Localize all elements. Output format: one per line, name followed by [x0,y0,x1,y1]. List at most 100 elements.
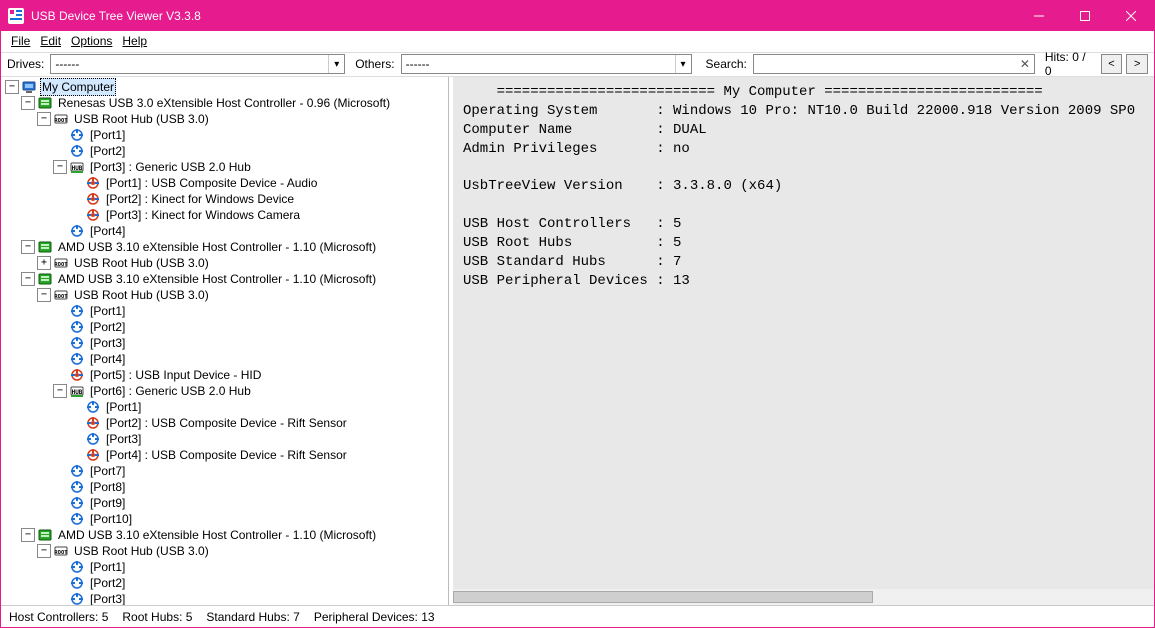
usb-port-icon [69,511,85,527]
host-controller-icon [37,271,53,287]
tree-item[interactable]: [Port8] [88,479,127,495]
usb-device-icon [85,191,101,207]
expand-toggle[interactable]: − [21,96,35,110]
search-label: Search: [706,57,747,71]
tree-item[interactable]: [Port4] [88,351,127,367]
usb-port-icon [69,143,85,159]
app-icon [7,7,25,25]
expand-toggle[interactable]: − [5,80,19,94]
tree-item[interactable]: [Port3] : Kinect for Windows Camera [104,207,302,223]
usb-hub-icon [69,159,85,175]
tree-item[interactable]: [Port9] [88,495,127,511]
root-hub-icon [53,543,69,559]
titlebar[interactable]: USB Device Tree Viewer V3.3.8 [1,1,1154,31]
statusbar: Host Controllers: 5 Root Hubs: 5 Standar… [1,605,1154,627]
usb-port-icon [69,559,85,575]
menu-options[interactable]: Options [67,32,116,50]
tree-item[interactable]: [Port3] : Generic USB 2.0 Hub [88,159,253,175]
drives-label: Drives: [7,57,44,71]
details-pane[interactable]: ========================== My Computer =… [453,77,1154,605]
expand-toggle[interactable]: − [21,240,35,254]
usb-port-icon [69,479,85,495]
clear-search-icon[interactable]: ✕ [1016,57,1034,71]
tree-item[interactable]: [Port6] : Generic USB 2.0 Hub [88,383,253,399]
details-text: ========================== My Computer =… [453,77,1154,297]
status-host-controllers: Host Controllers: 5 [9,610,108,624]
tree-item[interactable]: [Port3] [104,431,143,447]
tree-item[interactable]: USB Root Hub (USB 3.0) [72,111,211,127]
search-input[interactable] [754,55,1016,73]
next-hit-button[interactable]: > [1126,54,1148,74]
drives-combo[interactable]: ------ ▾ [50,54,345,74]
scrollbar-thumb[interactable] [453,591,873,603]
usb-device-icon [69,367,85,383]
tree-item[interactable]: [Port1] [88,127,127,143]
usb-device-icon [85,175,101,191]
expand-toggle[interactable]: − [21,272,35,286]
tree-item[interactable]: AMD USB 3.10 eXtensible Host Controller … [56,239,378,255]
tree-item[interactable]: [Port2] : USB Composite Device - Rift Se… [104,415,349,431]
tree-item[interactable]: [Port2] [88,575,127,591]
horizontal-scrollbar[interactable] [453,589,1154,605]
others-combo[interactable]: ------ ▾ [401,54,692,74]
tree-item[interactable]: [Port5] : USB Input Device - HID [88,367,263,383]
others-label: Others: [355,57,394,71]
device-tree: −My Computer −Renesas USB 3.0 eXtensible… [5,79,448,605]
tree-item[interactable]: [Port4] : USB Composite Device - Rift Se… [104,447,349,463]
computer-icon [21,79,37,95]
tree-item[interactable]: AMD USB 3.10 eXtensible Host Controller … [56,527,378,543]
tree-item[interactable]: USB Root Hub (USB 3.0) [72,255,211,271]
minimize-button[interactable] [1016,1,1062,31]
expand-toggle[interactable]: − [37,544,51,558]
usb-port-icon [69,303,85,319]
drives-value: ------ [51,57,83,71]
tree-item[interactable]: USB Root Hub (USB 3.0) [72,287,211,303]
usb-port-icon [69,223,85,239]
menu-help[interactable]: Help [118,32,151,50]
tree-item[interactable]: [Port2] [88,319,127,335]
tree-item[interactable]: [Port2] [88,143,127,159]
tree-item[interactable]: [Port3] [88,335,127,351]
expand-toggle[interactable]: − [53,160,67,174]
tree-item[interactable]: [Port1] [88,559,127,575]
tree-item[interactable]: [Port7] [88,463,127,479]
tree-item[interactable]: [Port1] [104,399,143,415]
maximize-button[interactable] [1062,1,1108,31]
chevron-down-icon[interactable]: ▾ [328,55,344,73]
status-root-hubs: Root Hubs: 5 [122,610,192,624]
expand-toggle[interactable]: + [37,256,51,270]
tree-item[interactable]: [Port4] [88,223,127,239]
menu-file[interactable]: File [7,32,34,50]
usb-port-icon [85,399,101,415]
usb-hub-icon [69,383,85,399]
usb-port-icon [69,127,85,143]
search-box: ✕ [753,54,1035,74]
hits-label: Hits: 0 / 0 [1045,50,1095,78]
tree-pane[interactable]: −My Computer −Renesas USB 3.0 eXtensible… [1,77,449,605]
tree-item[interactable]: Renesas USB 3.0 eXtensible Host Controll… [56,95,392,111]
expand-toggle[interactable]: − [37,288,51,302]
tree-root[interactable]: My Computer [40,78,116,96]
expand-toggle[interactable]: − [21,528,35,542]
prev-hit-button[interactable]: < [1101,54,1123,74]
expand-toggle[interactable]: − [37,112,51,126]
tree-item[interactable]: [Port1] : USB Composite Device - Audio [104,175,319,191]
expand-toggle[interactable]: − [53,384,67,398]
root-hub-icon [53,287,69,303]
menubar: File Edit Options Help [1,31,1154,53]
close-button[interactable] [1108,1,1154,31]
chevron-down-icon[interactable]: ▾ [675,55,691,73]
usb-port-icon [69,351,85,367]
tree-item[interactable]: [Port1] [88,303,127,319]
application-window: USB Device Tree Viewer V3.3.8 File Edit … [0,0,1155,628]
menu-edit[interactable]: Edit [36,32,65,50]
tree-item[interactable]: [Port3] [88,591,127,605]
tree-item[interactable]: AMD USB 3.10 eXtensible Host Controller … [56,271,378,287]
tree-item[interactable]: [Port2] : Kinect for Windows Device [104,191,296,207]
tree-item[interactable]: USB Root Hub (USB 3.0) [72,543,211,559]
tree-item[interactable]: [Port10] [88,511,134,527]
root-hub-icon [53,255,69,271]
usb-device-icon [85,415,101,431]
others-value: ------ [402,57,434,71]
status-standard-hubs: Standard Hubs: 7 [206,610,299,624]
